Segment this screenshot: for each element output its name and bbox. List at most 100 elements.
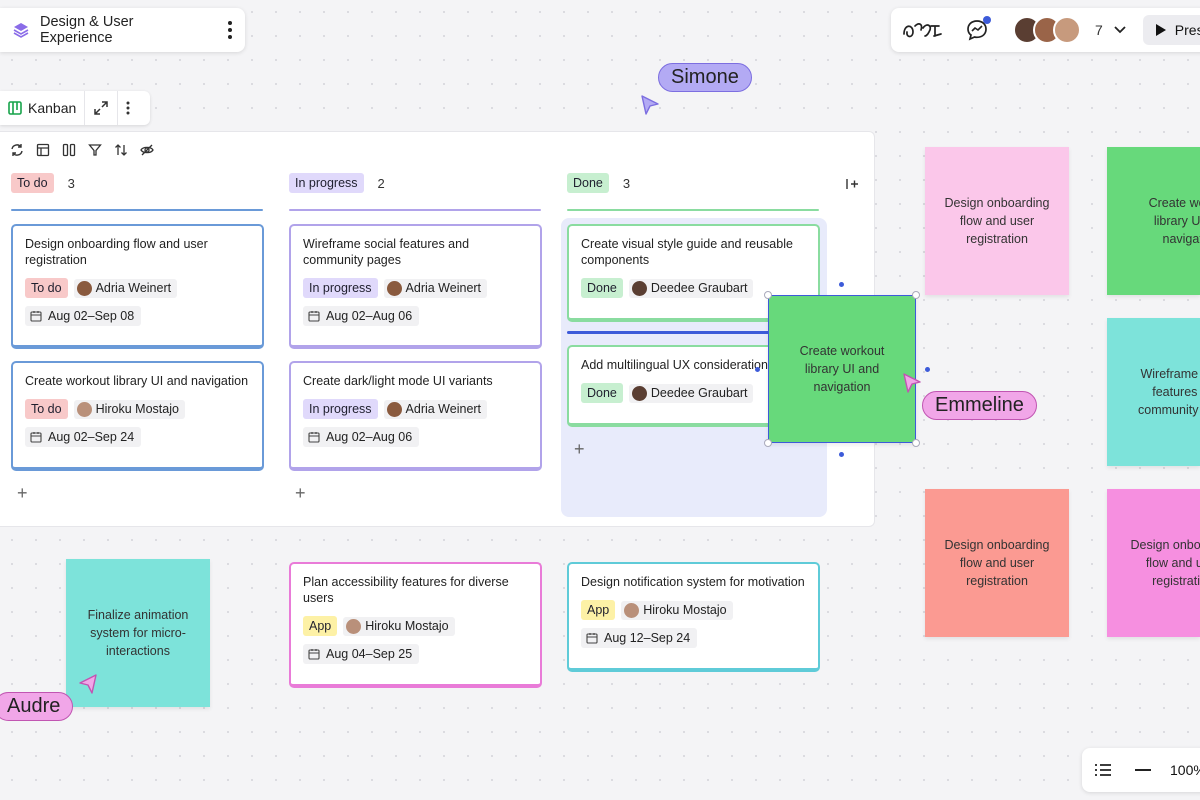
assignee-chip[interactable]: Deedee Graubart <box>628 383 754 403</box>
zoom-level[interactable]: 100% <box>1170 762 1200 778</box>
card-title: Wireframe social features and community … <box>303 237 470 267</box>
column-count: 3 <box>622 175 631 191</box>
column-divider <box>289 209 541 211</box>
resize-handle[interactable] <box>912 291 920 299</box>
column-header-in-progress[interactable]: In progress 2 <box>289 173 385 193</box>
add-card-button[interactable]: + <box>295 483 306 504</box>
app-tag[interactable]: App <box>581 600 616 620</box>
add-card-button[interactable]: + <box>17 483 28 504</box>
reactions-icon[interactable] <box>901 18 945 42</box>
assignee-chip[interactable]: Hiroku Mostajo <box>343 616 455 636</box>
column-header-todo[interactable]: To do 3 <box>11 173 75 193</box>
status-tag[interactable]: In progress <box>303 278 378 298</box>
date-chip[interactable]: Aug 02–Sep 24 <box>25 427 142 447</box>
list-icon[interactable] <box>1094 763 1112 777</box>
expand-icon[interactable] <box>85 91 119 125</box>
card-title: Design notification system for motivatio… <box>581 575 805 589</box>
connector-dot[interactable] <box>839 452 844 457</box>
calendar-icon <box>586 633 598 644</box>
kanban-icon <box>8 101 22 115</box>
chat-icon[interactable] <box>965 16 991 42</box>
date-chip[interactable]: Aug 02–Sep 08 <box>25 306 142 326</box>
card-title: Create visual style guide and reusable c… <box>581 237 793 267</box>
present-button[interactable]: Present <box>1142 15 1200 45</box>
date-range: Aug 02–Aug 06 <box>326 309 413 323</box>
assignee-name: Adria Weinert <box>95 281 172 295</box>
resize-handle[interactable] <box>764 291 772 299</box>
status-tag[interactable]: To do <box>25 278 68 298</box>
add-card-button[interactable]: + <box>574 439 585 460</box>
kanban-card[interactable]: Design onboarding flow and user registra… <box>11 224 264 349</box>
date-chip[interactable]: Aug 02–Aug 06 <box>303 427 420 447</box>
card-title: Create dark/light mode UI variants <box>303 374 493 388</box>
avatar <box>76 280 92 296</box>
collaborator-count: 7 <box>1095 22 1103 38</box>
resize-handle[interactable] <box>764 439 772 447</box>
app-tag[interactable]: App <box>303 616 338 636</box>
column-tag: To do <box>11 173 54 193</box>
assignee-chip[interactable]: Hiroku Mostajo <box>73 399 185 419</box>
assignee-chip[interactable]: Hiroku Mostajo <box>621 600 733 620</box>
sticky-note[interactable]: Design onboarding flow and user registra… <box>925 147 1069 295</box>
column-count: 2 <box>377 175 385 191</box>
sticky-note[interactable]: Design onboarding flow and user registra… <box>925 489 1069 637</box>
chevron-down-icon[interactable] <box>1113 25 1127 35</box>
cursor-label-emmeline: Emmeline <box>922 391 1037 420</box>
status-tag[interactable]: To do <box>25 399 68 419</box>
sticky-text: Finalize animation system for micro-inte… <box>87 608 189 658</box>
add-column-icon[interactable] <box>845 177 859 191</box>
assignee-chip[interactable]: Adria Weinert <box>73 278 178 298</box>
avatar <box>386 401 402 417</box>
date-range: Aug 02–Aug 06 <box>326 430 413 444</box>
sticky-text: Wireframe social features and community … <box>1138 367 1200 417</box>
status-tag[interactable]: In progress <box>303 399 378 419</box>
column-header-done[interactable]: Done 3 <box>567 173 630 193</box>
floating-card[interactable]: Design notification system for motivatio… <box>567 562 820 672</box>
connector-dot[interactable] <box>925 367 930 372</box>
board-title-bar: Design & User Experience <box>0 8 245 52</box>
connector-dot[interactable] <box>839 282 844 287</box>
assignee-chip[interactable]: Adria Weinert <box>383 399 488 419</box>
date-chip[interactable]: Aug 12–Sep 24 <box>581 628 698 648</box>
sync-icon[interactable] <box>10 143 24 157</box>
kanban-header: Kanban <box>0 91 150 125</box>
columns-icon[interactable] <box>62 143 76 157</box>
layers-icon[interactable] <box>12 21 30 39</box>
kanban-menu-icon[interactable] <box>118 91 138 125</box>
kanban-title[interactable]: Kanban <box>0 91 86 125</box>
board-title[interactable]: Design & User Experience <box>40 14 205 46</box>
date-chip[interactable]: Aug 04–Sep 25 <box>303 644 420 664</box>
kanban-card[interactable]: Create dark/light mode UI variants In pr… <box>289 361 542 471</box>
assignee-chip[interactable]: Deedee Graubart <box>628 278 754 298</box>
sticky-note[interactable]: Create workout library UI and navigation <box>1107 147 1200 295</box>
calendar-icon <box>308 649 320 660</box>
status-tag[interactable]: Done <box>581 383 623 403</box>
table-view-icon[interactable] <box>36 143 50 157</box>
column-tag: Done <box>567 173 609 193</box>
date-chip[interactable]: Aug 02–Aug 06 <box>303 306 420 326</box>
sticky-note-dragging[interactable]: Create workout library UI and navigation <box>768 295 916 443</box>
kanban-card[interactable]: Create workout library UI and navigation… <box>11 361 264 471</box>
sticky-note[interactable]: Design onboarding flow and user registra… <box>1107 489 1200 637</box>
sticky-text: Create workout library UI and navigation <box>799 344 885 394</box>
zoom-out-icon[interactable] <box>1134 768 1152 772</box>
floating-card[interactable]: Plan accessibility features for diverse … <box>289 562 542 688</box>
board-menu-icon[interactable] <box>215 15 245 45</box>
filter-icon[interactable] <box>88 143 102 157</box>
assignee-chip[interactable]: Adria Weinert <box>383 278 488 298</box>
resize-handle[interactable] <box>912 439 920 447</box>
hide-icon[interactable] <box>140 143 154 157</box>
avatar <box>631 385 647 401</box>
calendar-icon <box>30 311 42 322</box>
avatar <box>1053 16 1081 44</box>
card-title: Design onboarding flow and user registra… <box>25 237 208 267</box>
notification-dot <box>983 16 991 24</box>
play-icon <box>1155 24 1166 36</box>
sticky-note[interactable]: Wireframe social features and community … <box>1107 318 1200 466</box>
connector-dot[interactable] <box>755 367 760 372</box>
column-tag: In progress <box>289 173 364 193</box>
kanban-card[interactable]: Wireframe social features and community … <box>289 224 542 349</box>
collaborator-avatars[interactable] <box>1013 16 1081 44</box>
sort-icon[interactable] <box>114 143 128 157</box>
status-tag[interactable]: Done <box>581 278 623 298</box>
